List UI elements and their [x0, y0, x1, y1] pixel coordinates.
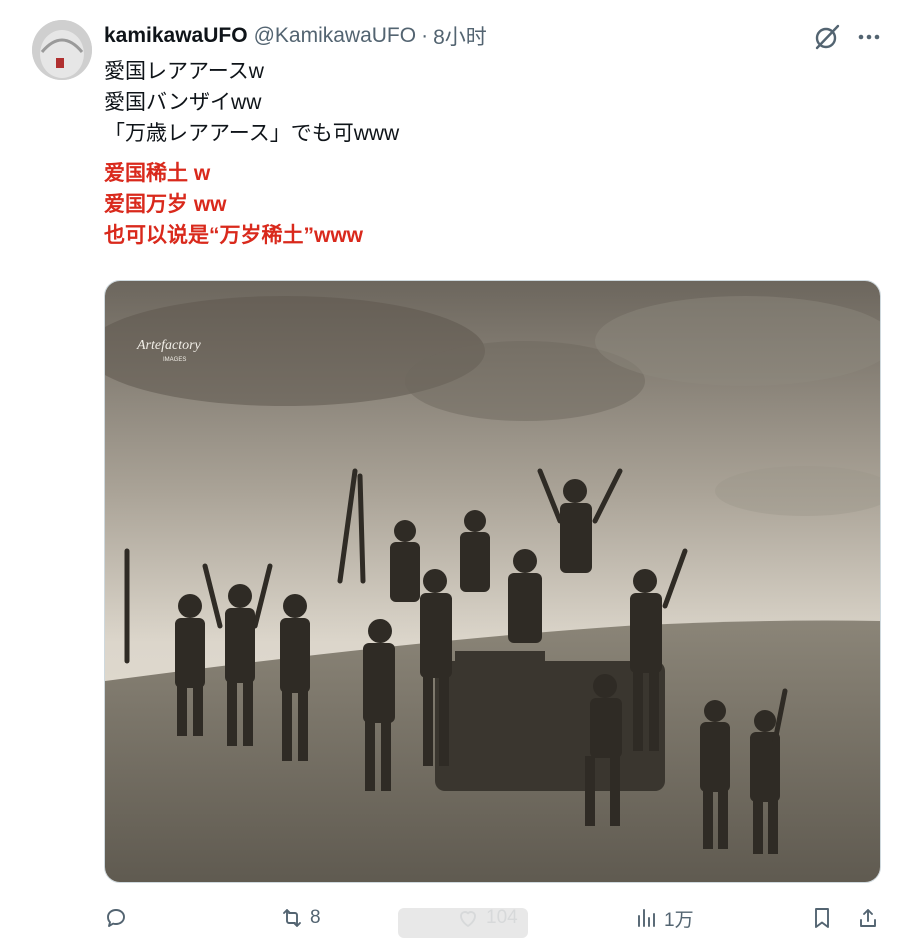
retweet-button[interactable]: 8: [280, 898, 321, 938]
views-count: 1万: [664, 909, 694, 931]
retweet-icon: [283, 909, 301, 927]
tweet-photo[interactable]: Artefactory IMAGES: [104, 280, 881, 883]
blur-overlay: [398, 908, 528, 938]
share-icon: [860, 909, 876, 927]
views-icon: [638, 909, 655, 927]
watermark-subtitle: IMAGES: [163, 357, 186, 363]
author-handle[interactable]: @KamikawaUFO: [254, 24, 417, 48]
tweet-line: 「万歳レアアース」でも可www: [104, 122, 400, 145]
views-button[interactable]: 1万: [634, 898, 694, 938]
bookmark-icon: [815, 908, 829, 928]
bookmark-button[interactable]: [810, 898, 834, 938]
timestamp[interactable]: 8小时: [433, 21, 487, 51]
retweet-count: 8: [310, 907, 321, 928]
translation-line: 爱国稀土 w: [104, 162, 211, 185]
tweet-text: 愛国レアアースw 愛国バンザイww 「万歳レアアース」でも可www: [104, 56, 399, 149]
translation-text: 爱国稀土 w 爱国万岁 ww 也可以说是“万岁稀土”www: [104, 158, 363, 251]
translation-line: 爱国万岁 ww: [104, 193, 227, 216]
grok-icon[interactable]: [812, 22, 842, 52]
tweet-header: kamikawaUFO @KamikawaUFO · 8小时: [104, 22, 487, 50]
tweet-line: 愛国バンザイww: [104, 91, 262, 114]
share-button[interactable]: [856, 898, 880, 938]
more-options-icon[interactable]: [856, 24, 882, 50]
separator-dot: ·: [421, 24, 429, 47]
translation-line: 也可以说是“万岁稀土”www: [104, 224, 364, 247]
author-name[interactable]: kamikawaUFO: [104, 24, 248, 48]
tweet: kamikawaUFO @KamikawaUFO · 8小时 愛国レアアースw …: [0, 0, 903, 952]
watermark-title: Artefactory: [136, 338, 202, 353]
tweet-line: 愛国レアアースw: [104, 60, 264, 83]
reply-button[interactable]: [104, 898, 134, 938]
reply-icon: [107, 909, 125, 927]
avatar[interactable]: [32, 20, 92, 80]
